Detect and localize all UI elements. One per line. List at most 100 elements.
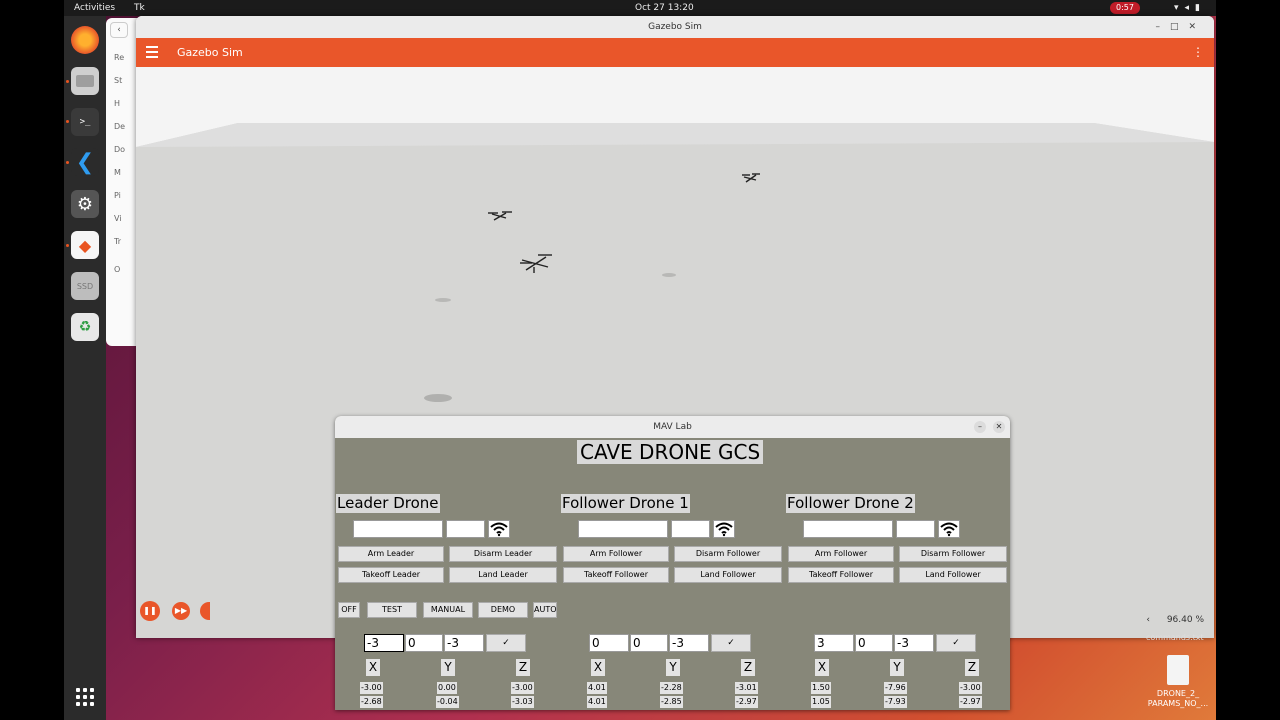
follower2-y-input[interactable]: 0 (855, 634, 893, 652)
gazebo-window-titlebar[interactable]: Gazebo Sim –□✕ (136, 16, 1214, 38)
zoom-value: 96.40 % (1166, 615, 1204, 625)
follower2-set-target-button[interactable]: ✓ (936, 634, 976, 652)
axis-z-label: Z (741, 659, 755, 676)
files-sidebar-item[interactable]: Re (114, 53, 124, 62)
gazebo-app-bar: Gazebo Sim ⋮ (136, 38, 1214, 67)
follower1-port-input[interactable] (671, 520, 710, 538)
mode-manual-button[interactable]: MANUAL (423, 602, 473, 618)
follower1-z-input[interactable]: -3 (669, 634, 709, 652)
leader-x-actual: -2.68 (360, 696, 383, 708)
mode-auto-button[interactable]: AUTO (533, 602, 557, 618)
files-sidebar-item[interactable]: O (114, 265, 120, 274)
land-leader-button[interactable]: Land Leader (449, 567, 557, 583)
follower1-set-target-button[interactable]: ✓ (711, 634, 751, 652)
files-sidebar-item[interactable]: Do (114, 145, 125, 154)
leader-z-actual: -3.03 (511, 696, 534, 708)
leader-set-target-button[interactable]: ✓ (486, 634, 526, 652)
follower2-z-setpoint: -3.00 (959, 682, 982, 694)
step-button[interactable]: ▶▶ (172, 602, 190, 620)
follower1-z-actual: -2.97 (735, 696, 758, 708)
qgroundcontrol-icon[interactable]: ◆ (71, 231, 99, 259)
axis-y-label: Y (666, 659, 680, 676)
axis-z-label: Z (516, 659, 530, 676)
trash-icon[interactable]: ♻ (71, 313, 99, 341)
follower1-y-input[interactable]: 0 (630, 634, 668, 652)
follower1-y-actual: -2.85 (660, 696, 683, 708)
takeoff-leader-button[interactable]: Takeoff Leader (338, 567, 444, 583)
leader-drone-title: Leader Drone (336, 494, 440, 513)
active-app-label[interactable]: Tk (134, 0, 145, 16)
files-sidebar-item[interactable]: Pi (114, 191, 121, 200)
more-options-icon[interactable]: ⋮ (1192, 38, 1204, 67)
follower1-connection-input[interactable] (578, 520, 668, 538)
follower2-drone-title: Follower Drone 2 (786, 494, 915, 513)
leader-z-setpoint: -3.00 (511, 682, 534, 694)
minimize-button[interactable]: – (974, 421, 986, 433)
leader-x-input[interactable]: -3 (364, 634, 404, 652)
mode-demo-button[interactable]: DEMO (478, 602, 528, 618)
follower1-x-input[interactable]: 0 (589, 634, 629, 652)
system-tray-icons[interactable]: ▾◂▮ (1174, 0, 1206, 16)
takeoff-follower1-button[interactable]: Takeoff Follower (563, 567, 669, 583)
terminal-icon[interactable]: >_ (71, 108, 99, 136)
land-follower2-button[interactable]: Land Follower (899, 567, 1007, 583)
collapse-arrow-icon[interactable]: ‹ (1146, 615, 1150, 625)
top-bar: Activities Tk Oct 27 13:20 0:57 ▾◂▮ (64, 0, 1216, 16)
files-sidebar-item[interactable]: De (114, 122, 125, 131)
mav-lab-window: MAV Lab – ✕ CAVE DRONE GCS Leader Drone … (335, 416, 1010, 710)
show-apps-icon[interactable] (76, 688, 94, 706)
firefox-icon[interactable] (71, 26, 99, 54)
follower1-drone-title: Follower Drone 1 (561, 494, 690, 513)
arm-leader-button[interactable]: Arm Leader (338, 546, 444, 562)
follower2-x-input[interactable]: 3 (814, 634, 854, 652)
ssd-icon[interactable]: SSD (71, 272, 99, 300)
follower2-connection-input[interactable] (803, 520, 893, 538)
running-indicator (66, 244, 69, 247)
leader-port-input[interactable] (446, 520, 485, 538)
files-icon[interactable] (71, 67, 99, 95)
files-sidebar-item[interactable]: Tr (114, 237, 121, 246)
clock[interactable]: Oct 27 13:20 (635, 0, 694, 16)
leader-y-input[interactable]: 0 (405, 634, 443, 652)
axis-y-label: Y (441, 659, 455, 676)
leader-z-input[interactable]: -3 (444, 634, 484, 652)
pause-button[interactable]: ❚❚ (140, 601, 160, 621)
leader-connection-input[interactable] (353, 520, 443, 538)
mav-titlebar[interactable]: MAV Lab – ✕ (335, 416, 1010, 438)
app-title: Gazebo Sim (177, 46, 243, 59)
arm-follower2-button[interactable]: Arm Follower (788, 546, 894, 562)
arm-follower1-button[interactable]: Arm Follower (563, 546, 669, 562)
desktop-file-label[interactable]: commands.txt (1146, 633, 1204, 642)
activities-button[interactable]: Activities (74, 0, 115, 16)
takeoff-follower2-button[interactable]: Takeoff Follower (788, 567, 894, 583)
disarm-follower1-button[interactable]: Disarm Follower (674, 546, 782, 562)
dock: >_ ❮ ⚙ ◆ SSD ♻ (64, 16, 106, 720)
recording-indicator[interactable]: 0:57 (1110, 2, 1140, 14)
files-sidebar-item[interactable]: St (114, 76, 122, 85)
disarm-leader-button[interactable]: Disarm Leader (449, 546, 557, 562)
files-sidebar-item[interactable]: M (114, 168, 121, 177)
follower1-z-setpoint: -3.01 (735, 682, 758, 694)
leader-y-setpoint: 0.00 (437, 682, 457, 694)
desktop-file[interactable]: DRONE_2_ PARAMS_NO_... (1136, 655, 1216, 709)
follower2-z-input[interactable]: -3 (894, 634, 934, 652)
wifi-icon[interactable] (938, 520, 960, 538)
wifi-icon[interactable] (488, 520, 510, 538)
vscode-icon[interactable]: ❮ (71, 148, 99, 176)
hamburger-menu-icon[interactable] (146, 46, 158, 58)
back-button[interactable]: ‹ (110, 22, 128, 38)
running-indicator (66, 161, 69, 164)
follower2-port-input[interactable] (896, 520, 935, 538)
follower1-y-setpoint: -2.28 (660, 682, 683, 694)
mode-off-button[interactable]: OFF (338, 602, 360, 618)
settings-icon[interactable]: ⚙ (71, 190, 99, 218)
land-follower1-button[interactable]: Land Follower (674, 567, 782, 583)
mode-test-button[interactable]: TEST (367, 602, 417, 618)
files-sidebar-item[interactable]: Vi (114, 214, 122, 223)
wifi-icon[interactable] (713, 520, 735, 538)
window-controls[interactable]: –□✕ (1155, 16, 1206, 38)
close-button[interactable]: ✕ (993, 421, 1005, 433)
disarm-follower2-button[interactable]: Disarm Follower (899, 546, 1007, 562)
files-sidebar-item[interactable]: H (114, 99, 120, 108)
drone-shadow (424, 394, 452, 402)
